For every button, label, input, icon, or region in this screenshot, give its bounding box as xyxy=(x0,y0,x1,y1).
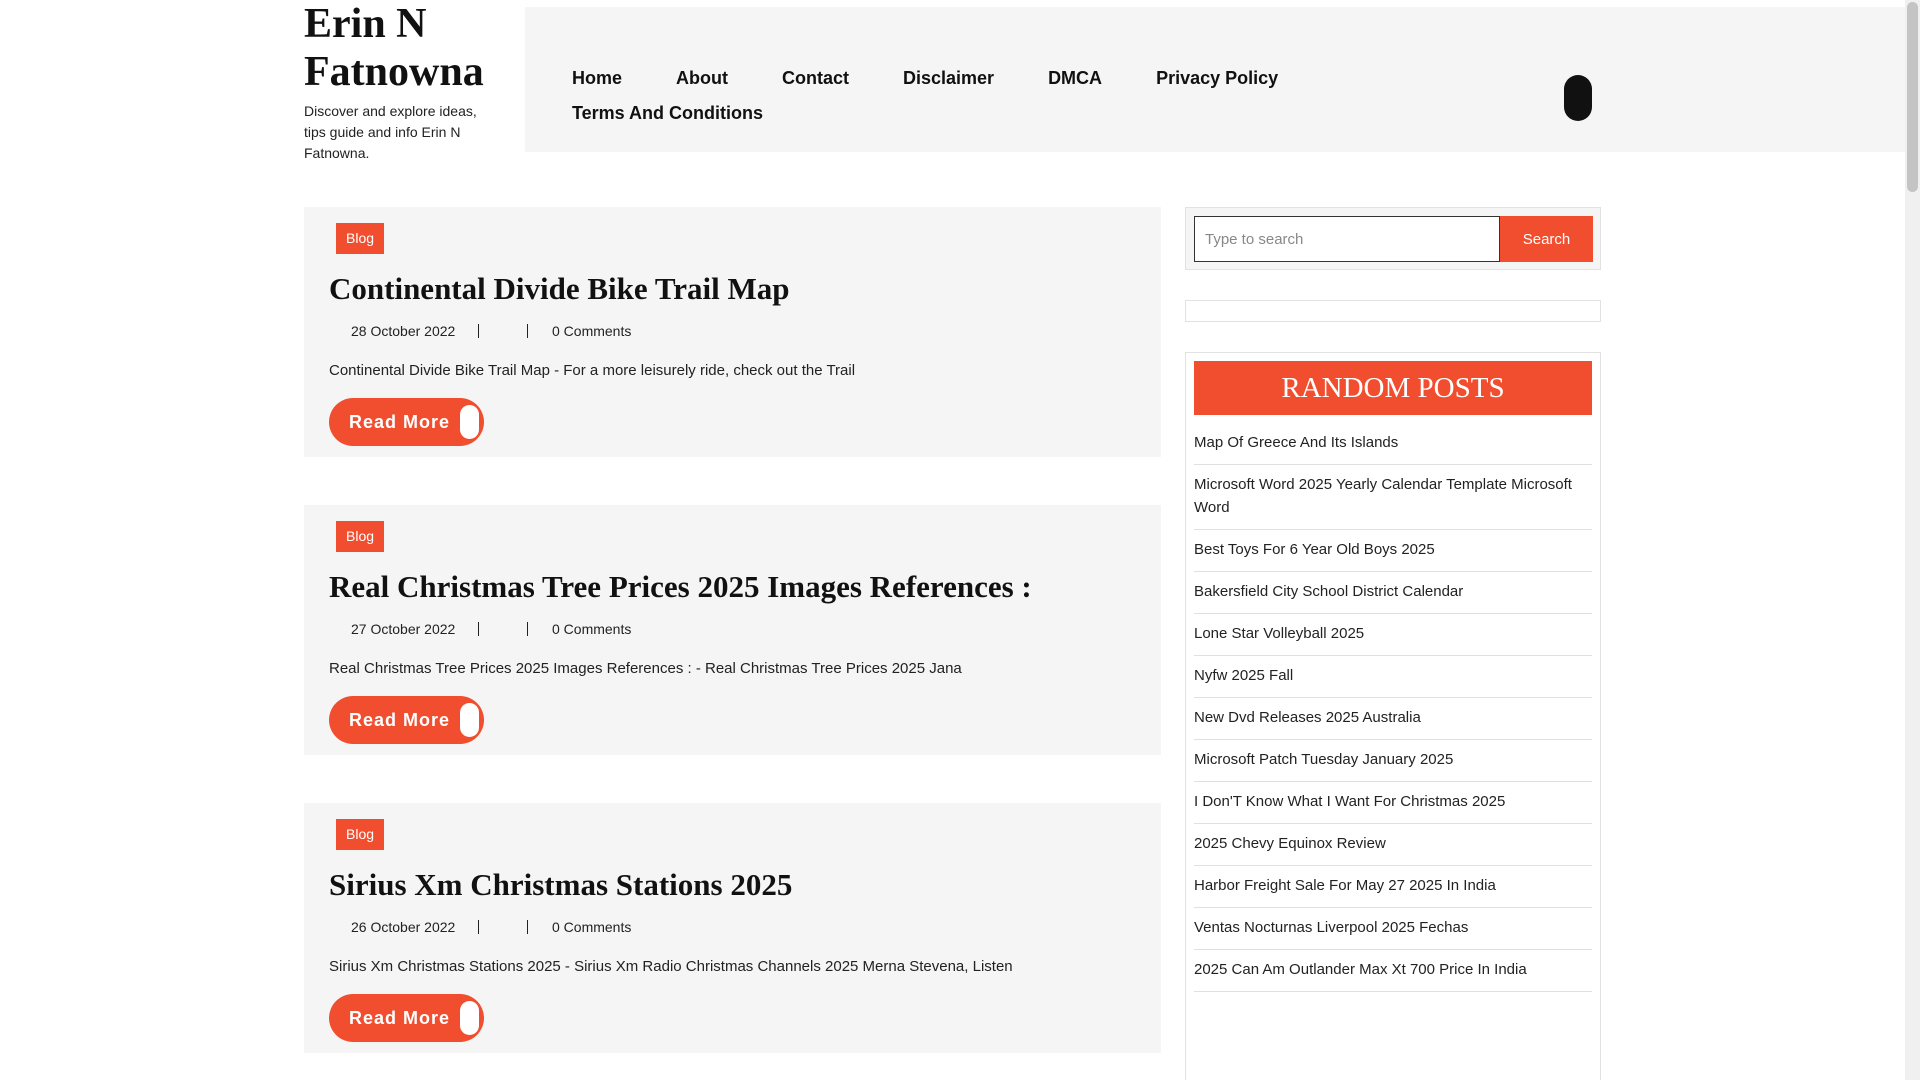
random-post-link[interactable]: I Don'T Know What I Want For Christmas 2… xyxy=(1194,782,1592,824)
empty-widget xyxy=(1185,300,1601,322)
page-scrollbar[interactable] xyxy=(1905,0,1920,1080)
nav-item-terms[interactable]: Terms And Conditions xyxy=(572,101,763,126)
read-more-button[interactable]: Read More xyxy=(329,696,484,744)
read-more-label: Read More xyxy=(349,412,451,432)
random-post-link[interactable]: Microsoft Patch Tuesday January 2025 xyxy=(1194,740,1592,782)
nav-item-home[interactable]: Home xyxy=(572,66,622,91)
read-more-pill-icon xyxy=(460,703,479,737)
random-post-link[interactable]: New Dvd Releases 2025 Australia xyxy=(1194,698,1592,740)
random-post-link[interactable]: Microsoft Word 2025 Yearly Calendar Temp… xyxy=(1194,465,1592,530)
random-post-link[interactable]: Bakersfield City School District Calenda… xyxy=(1194,572,1592,614)
read-more-button[interactable]: Read More xyxy=(329,398,484,446)
search-input[interactable] xyxy=(1194,216,1500,262)
meta-divider xyxy=(527,920,528,934)
post-excerpt: Real Christmas Tree Prices 2025 Images R… xyxy=(329,660,962,677)
nav-item-disclaimer[interactable]: Disclaimer xyxy=(903,66,994,91)
search-button[interactable]: Search xyxy=(1500,216,1593,262)
random-post-link[interactable]: Ventas Nocturnas Liverpool 2025 Fechas xyxy=(1194,908,1592,950)
meta-divider xyxy=(478,920,479,934)
post-date[interactable]: 26 October 2022 xyxy=(351,919,478,935)
post-date[interactable]: 28 October 2022 xyxy=(351,323,478,339)
theme-toggle-icon[interactable] xyxy=(1564,75,1592,121)
read-more-pill-icon xyxy=(460,405,479,439)
post-excerpt: Sirius Xm Christmas Stations 2025 - Siri… xyxy=(329,958,1013,975)
meta-divider xyxy=(527,622,528,636)
post-comments[interactable]: 0 Comments xyxy=(552,621,631,637)
category-badge[interactable]: Blog xyxy=(336,223,385,254)
random-post-link[interactable]: Best Toys For 6 Year Old Boys 2025 xyxy=(1194,530,1592,572)
nav-item-about[interactable]: About xyxy=(676,66,728,91)
site-title[interactable]: Erin N Fatnowna xyxy=(304,0,504,96)
random-post-link[interactable]: 2025 Chevy Equinox Review xyxy=(1194,824,1592,866)
read-more-pill-icon xyxy=(460,1001,479,1035)
main-navigation: Home About Contact Disclaimer DMCA Priva… xyxy=(525,7,1905,152)
read-more-button[interactable]: Read More xyxy=(329,994,484,1042)
search-widget: Search xyxy=(1185,207,1601,270)
post-comments[interactable]: 0 Comments xyxy=(552,919,631,935)
meta-divider xyxy=(478,622,479,636)
read-more-label: Read More xyxy=(349,1008,451,1028)
meta-divider xyxy=(478,324,479,338)
post-card: Blog Sirius Xm Christmas Stations 2025 2… xyxy=(304,803,1161,1053)
site-branding: Erin N Fatnowna Discover and explore ide… xyxy=(304,0,504,164)
post-excerpt: Continental Divide Bike Trail Map - For … xyxy=(329,362,856,379)
post-title[interactable]: Sirius Xm Christmas Stations 2025 xyxy=(329,867,792,903)
read-more-label: Read More xyxy=(349,710,451,730)
random-posts-widget: RANDOM POSTS Map Of Greece And Its Islan… xyxy=(1185,352,1601,1080)
post-meta: 27 October 2022 0 Comments xyxy=(351,621,631,637)
nav-item-dmca[interactable]: DMCA xyxy=(1048,66,1102,91)
site-description: Discover and explore ideas, tips guide a… xyxy=(304,103,477,161)
post-title[interactable]: Real Christmas Tree Prices 2025 Images R… xyxy=(329,569,1032,605)
post-card: Blog Continental Divide Bike Trail Map 2… xyxy=(304,207,1161,457)
random-posts-list: Map Of Greece And Its Islands Microsoft … xyxy=(1194,423,1592,992)
nav-item-contact[interactable]: Contact xyxy=(782,66,849,91)
random-posts-heading: RANDOM POSTS xyxy=(1194,361,1592,415)
post-comments[interactable]: 0 Comments xyxy=(552,323,631,339)
random-post-link[interactable]: Map Of Greece And Its Islands xyxy=(1194,423,1592,465)
random-post-link[interactable]: Nyfw 2025 Fall xyxy=(1194,656,1592,698)
nav-item-privacy-policy[interactable]: Privacy Policy xyxy=(1156,66,1278,91)
random-post-link[interactable]: Lone Star Volleyball 2025 xyxy=(1194,614,1592,656)
post-date[interactable]: 27 October 2022 xyxy=(351,621,478,637)
random-post-link[interactable]: Harbor Freight Sale For May 27 2025 In I… xyxy=(1194,866,1592,908)
post-card: Blog Real Christmas Tree Prices 2025 Ima… xyxy=(304,505,1161,755)
post-meta: 26 October 2022 0 Comments xyxy=(351,919,631,935)
meta-divider xyxy=(527,324,528,338)
nav-menu: Home About Contact Disclaimer DMCA Priva… xyxy=(572,66,1332,126)
post-meta: 28 October 2022 0 Comments xyxy=(351,323,631,339)
post-title[interactable]: Continental Divide Bike Trail Map xyxy=(329,271,789,307)
random-post-link[interactable]: 2025 Can Am Outlander Max Xt 700 Price I… xyxy=(1194,950,1592,992)
category-badge[interactable]: Blog xyxy=(336,521,385,552)
category-badge[interactable]: Blog xyxy=(336,819,385,850)
scrollbar-thumb[interactable] xyxy=(1907,2,1918,192)
